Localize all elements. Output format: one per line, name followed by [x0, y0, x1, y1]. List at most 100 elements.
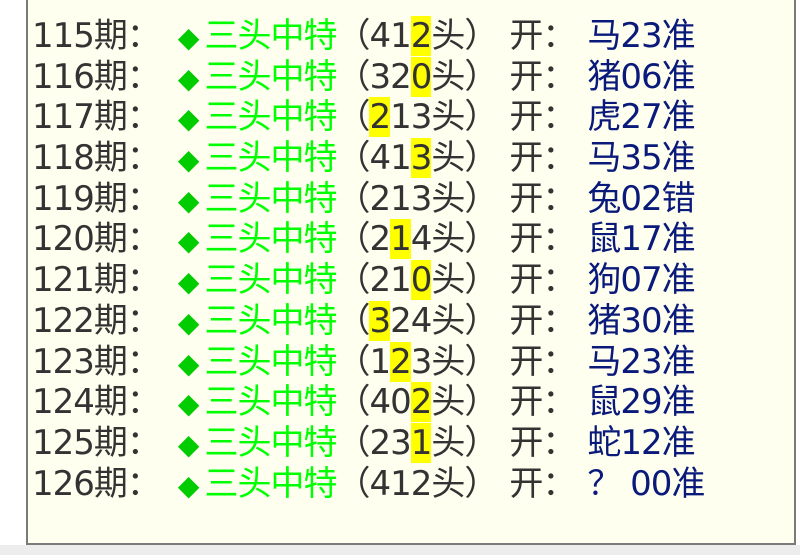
prediction-post: 3头）	[410, 341, 499, 382]
result-value: 马23准	[587, 16, 695, 56]
prediction-highlight: 2	[369, 97, 391, 138]
prediction-pre: （41	[336, 16, 411, 56]
period-label: 121期	[32, 260, 128, 301]
prediction-highlight: 2	[410, 16, 432, 56]
prediction-pre: （	[336, 97, 370, 138]
open-label: 开：	[509, 56, 576, 97]
prediction-title: 三头中特	[204, 219, 337, 260]
diamond-icon: ◆	[177, 305, 200, 339]
prediction-highlight: 3	[369, 300, 391, 341]
period-label: 124期	[32, 382, 128, 423]
period-label: 123期	[32, 341, 128, 382]
result-value: 马23准	[587, 341, 695, 382]
prediction-pre: （412头）	[336, 463, 498, 504]
result-value: 狗07准	[587, 260, 695, 301]
result-value: 蛇12准	[587, 422, 695, 463]
period-label: 115期	[32, 16, 128, 56]
open-label: 开：	[509, 382, 576, 423]
prediction-row: 124期： ◆ 三头中特（402头） 开： 鼠29准	[32, 382, 704, 423]
prediction-row: 117期： ◆ 三头中特（213头） 开： 虎27准	[32, 97, 704, 138]
diamond-icon: ◆	[177, 143, 200, 177]
open-label: 开：	[509, 422, 576, 463]
open-label: 开：	[509, 219, 576, 260]
diamond-icon: ◆	[177, 21, 200, 54]
period-colon: ：	[126, 16, 161, 56]
prediction-post: 13头）	[390, 97, 498, 138]
prediction-title: 三头中特	[204, 56, 337, 97]
prediction-post: 头）	[431, 260, 498, 301]
period-colon: ：	[126, 56, 161, 97]
prediction-highlight: 3	[410, 138, 432, 179]
prediction-highlight: 1	[390, 219, 412, 260]
prediction-pre: （21	[336, 260, 411, 301]
diamond-icon: ◆	[177, 468, 200, 502]
prediction-title: 三头中特	[204, 97, 337, 138]
period-colon: ：	[126, 341, 161, 382]
prediction-row: 123期： ◆ 三头中特（123头） 开： 马23准	[32, 341, 704, 383]
prediction-title: 三头中特	[204, 422, 337, 463]
prediction-title: 三头中特	[204, 300, 337, 341]
prediction-post: 头）	[431, 16, 498, 56]
open-label: 开：	[509, 260, 576, 301]
result-value: 兔02错	[587, 178, 695, 219]
period-label: 120期	[32, 219, 128, 260]
prediction-title: 三头中特	[204, 260, 337, 301]
period-label: 125期	[32, 422, 128, 463]
diamond-icon: ◆	[177, 224, 200, 258]
prediction-highlight: 0	[410, 260, 432, 301]
result-value: 猪06准	[587, 56, 695, 97]
diamond-icon: ◆	[177, 61, 200, 95]
prediction-pre: （40	[336, 382, 411, 423]
prediction-pre: （213头）	[336, 178, 498, 219]
prediction-row: 126期： ◆ 三头中特（412头） 开： ？ 00准	[32, 463, 705, 505]
prediction-title: 三头中特	[204, 463, 337, 504]
bottom-strip	[0, 545, 800, 555]
result-value: 虎27准	[587, 97, 695, 138]
prediction-row: 120期： ◆ 三头中特（214头） 开： 鼠17准	[32, 219, 704, 260]
prediction-pre: （	[336, 300, 370, 341]
diamond-icon: ◆	[177, 346, 200, 380]
open-label: 开：	[509, 300, 576, 341]
open-label: 开：	[509, 463, 576, 504]
prediction-row: 125期： ◆ 三头中特（231头） 开： 蛇12准	[32, 422, 704, 464]
period-label: 126期	[32, 463, 128, 504]
prediction-highlight: 0	[410, 56, 432, 97]
result-value: 马35准	[587, 138, 695, 179]
prediction-pre: （1	[336, 341, 391, 382]
open-label: 开：	[509, 16, 576, 56]
prediction-pre: （23	[336, 422, 411, 463]
period-colon: ：	[126, 178, 161, 219]
prediction-title: 三头中特	[204, 382, 337, 423]
prediction-highlight: 2	[410, 382, 432, 423]
prediction-post: 头）	[431, 422, 498, 463]
period-colon: ：	[126, 463, 161, 504]
open-label: 开：	[509, 178, 576, 219]
result-value: 猪30准	[587, 300, 695, 341]
period-label: 116期	[32, 56, 128, 97]
prediction-title: 三头中特	[204, 341, 337, 382]
prediction-pre: （41	[336, 138, 411, 179]
prediction-title: 三头中特	[204, 16, 337, 56]
diamond-icon: ◆	[177, 183, 200, 217]
prediction-row: 119期： ◆ 三头中特（213头） 开： 兔02错	[32, 179, 704, 220]
prediction-list: 115期： ◆ 三头中特（412头） 开： 马23准 116期： ◆ 三头中特（320头）开…	[32, 16, 705, 505]
diamond-icon: ◆	[177, 427, 200, 461]
period-label: 119期	[32, 178, 128, 219]
prediction-post: 头）	[431, 56, 498, 97]
open-label: 开：	[509, 341, 576, 382]
period-label: 117期	[32, 97, 128, 138]
prediction-row: 122期： ◆ 三头中特（324头） 开： 猪30准	[32, 300, 704, 342]
prediction-post: 头）	[431, 138, 498, 179]
period-colon: ：	[126, 260, 161, 301]
period-colon: ：	[126, 300, 161, 341]
prediction-title: 三头中特	[204, 178, 337, 219]
diamond-icon: ◆	[177, 102, 200, 136]
diamond-icon: ◆	[177, 265, 200, 299]
period-colon: ：	[126, 382, 161, 423]
period-colon: ：	[126, 138, 161, 179]
prediction-post: 24头）	[390, 300, 498, 341]
result-value: 鼠29准	[587, 382, 695, 423]
period-label: 122期	[32, 300, 128, 341]
diamond-icon: ◆	[177, 387, 200, 421]
result-value: 鼠17准	[587, 219, 695, 260]
